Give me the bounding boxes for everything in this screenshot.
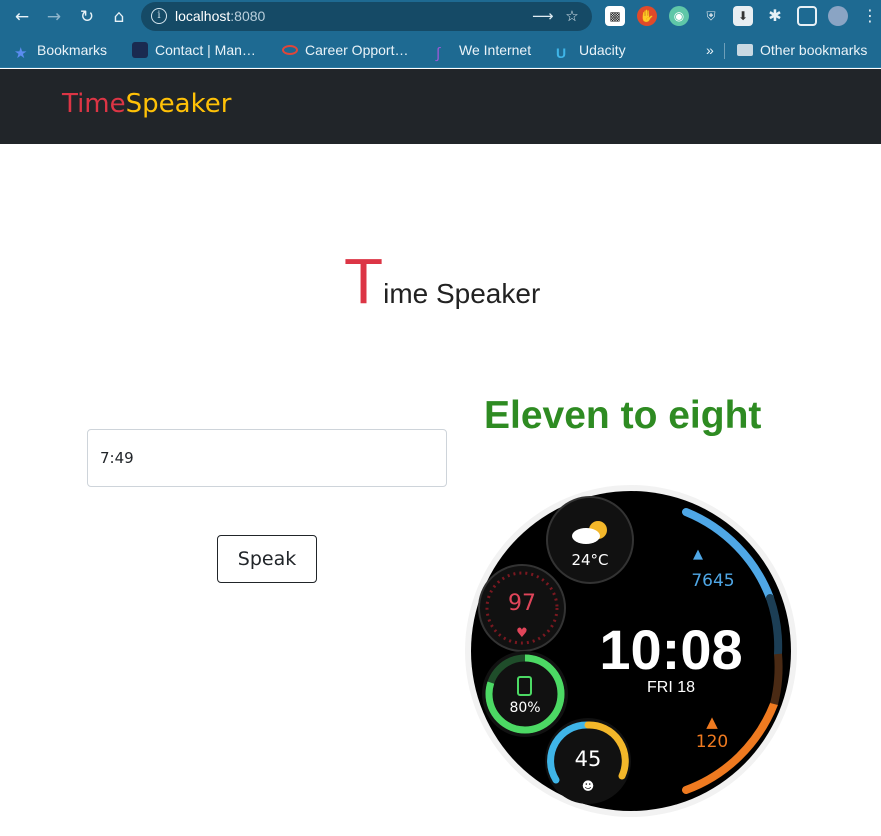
activity-value: 45 xyxy=(575,747,602,771)
bookmark-item[interactable]: Contact | Man… xyxy=(132,41,256,61)
folder-icon xyxy=(737,44,753,56)
address-url[interactable]: localhost:8080 xyxy=(175,8,265,24)
bookmark-item[interactable]: ∫ We Internet xyxy=(436,41,532,62)
menu-icon[interactable]: ⋮ xyxy=(860,6,880,26)
bookmark-label: Career Opport… xyxy=(305,42,409,58)
bookmark-item[interactable]: Career Opport… xyxy=(282,41,408,61)
side-panel-icon[interactable] xyxy=(797,6,817,26)
title-initial: T xyxy=(344,245,384,317)
bookmarks-overflow[interactable]: » xyxy=(706,41,714,61)
page-title: Time Speaker xyxy=(344,244,540,318)
site-info-icon[interactable]: i xyxy=(151,8,167,24)
browser-toolbar: ← → ↻ ⌂ i localhost:8080 ⟶ ☆ ▩ ✋ ◉ ⛨ ⬇ ✱… xyxy=(0,0,881,33)
bookmarks-divider xyxy=(724,43,725,59)
smartwatch-image: ▲ 7645 24°C 97 ♥ 80% 45 ☻ ▲ 120 10:08 FR… xyxy=(465,485,797,817)
qr-extension-icon[interactable]: ▩ xyxy=(605,6,625,26)
url-port: :8080 xyxy=(230,8,266,24)
bookmark-label: Udacity xyxy=(579,42,626,58)
spoken-time-result: Eleven to eight xyxy=(484,394,762,437)
forward-icon[interactable]: → xyxy=(42,5,66,29)
heart-icon: ♥ xyxy=(516,626,528,641)
download-extension-icon[interactable]: ⬇ xyxy=(733,6,753,26)
home-icon[interactable]: ⌂ xyxy=(107,5,131,29)
watch-date: FRI 18 xyxy=(647,679,695,696)
bookmark-label: Contact | Man… xyxy=(155,42,256,58)
bookmark-star-icon[interactable]: ☆ xyxy=(562,6,582,26)
we-icon: ∫ xyxy=(436,45,441,62)
heart-rate-value: 97 xyxy=(508,591,536,616)
temperature-value: 24°C xyxy=(571,551,608,569)
flame-icon: ▲ xyxy=(706,713,718,731)
oracle-icon xyxy=(282,45,298,55)
address-bar[interactable]: i localhost:8080 ⟶ ☆ xyxy=(141,2,592,31)
app-navbar: TimeSpeaker xyxy=(0,69,881,144)
shoe-icon: ▲ xyxy=(693,547,703,562)
udacity-icon: U xyxy=(556,45,567,61)
star-icon: ★ xyxy=(14,45,28,62)
site-icon xyxy=(132,42,148,58)
brand-logo[interactable]: TimeSpeaker xyxy=(62,89,231,119)
other-bookmarks[interactable]: Other bookmarks xyxy=(737,41,867,61)
bookmark-label: We Internet xyxy=(459,42,532,58)
battery-value: 80% xyxy=(509,700,540,716)
bookmark-item[interactable]: U Udacity xyxy=(556,41,626,61)
person-icon: ☻ xyxy=(582,779,595,793)
profile-avatar[interactable] xyxy=(828,6,848,26)
extensions-puzzle-icon[interactable]: ✱ xyxy=(765,6,785,26)
bookmark-item[interactable]: ★ Bookmarks xyxy=(14,41,108,62)
calories-value: 120 xyxy=(696,732,728,752)
watch-time: 10:08 xyxy=(599,618,742,681)
time-input[interactable] xyxy=(87,429,447,487)
steps-value: 7645 xyxy=(691,571,734,591)
bookmark-label: Bookmarks xyxy=(37,42,108,58)
bookmarks-bar: ★ Bookmarks Contact | Man… Career Opport…… xyxy=(0,33,881,68)
speak-button[interactable]: Speak xyxy=(217,535,317,583)
url-host: localhost xyxy=(175,8,231,24)
shield-extension-icon[interactable]: ⛨ xyxy=(701,6,721,26)
brand-part-speaker: Speaker xyxy=(125,89,232,119)
title-rest: ime Speaker xyxy=(383,278,541,309)
vpn-extension-icon[interactable]: ◉ xyxy=(669,6,689,26)
cloud-icon xyxy=(572,528,600,544)
back-icon[interactable]: ← xyxy=(10,5,34,29)
other-bookmarks-label: Other bookmarks xyxy=(760,42,868,58)
reload-icon[interactable]: ↻ xyxy=(75,5,99,29)
adblock-extension-icon[interactable]: ✋ xyxy=(637,6,657,26)
share-icon[interactable]: ⟶ xyxy=(532,6,554,26)
brand-part-time: Time xyxy=(62,89,126,119)
